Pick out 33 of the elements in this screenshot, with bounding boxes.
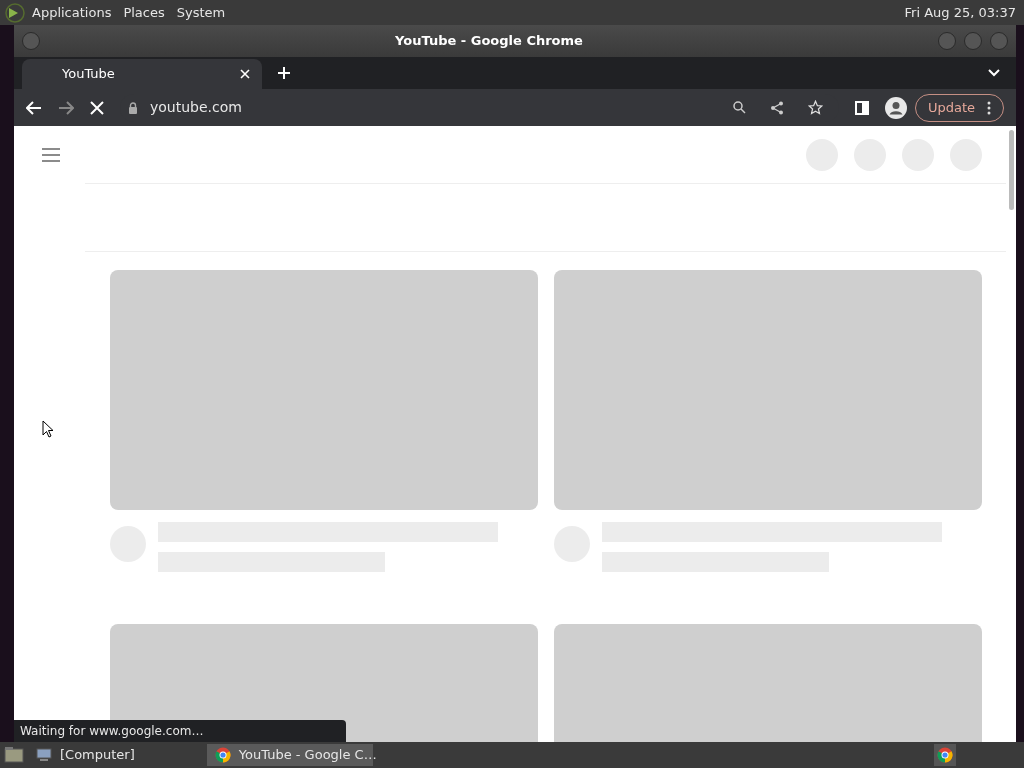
- clock: Fri Aug 25, 03:37: [904, 3, 1017, 22]
- scrollbar-thumb[interactable]: [1008, 130, 1014, 210]
- forward-icon[interactable]: [58, 100, 74, 115]
- menu-icon[interactable]: [42, 147, 60, 162]
- show-desktop-icon[interactable]: [4, 746, 24, 764]
- cursor-icon: [42, 420, 54, 438]
- panel-menu[interactable]: Places: [117, 2, 171, 23]
- browser-tab[interactable]: YouTube: [22, 59, 262, 89]
- profile-icon[interactable]: [884, 96, 907, 119]
- chevron-down-icon[interactable]: [988, 69, 1000, 77]
- more-icon: [987, 100, 991, 115]
- side-panel-icon[interactable]: [854, 100, 869, 115]
- status-bubble: Waiting for www.google.com…: [14, 720, 346, 742]
- taskbar-button[interactable]: [Computer]: [28, 744, 143, 766]
- computer-icon: [36, 748, 52, 762]
- browser-icon: [937, 747, 953, 763]
- back-icon[interactable]: [26, 100, 42, 115]
- panel-menu[interactable]: Applications: [26, 2, 118, 23]
- close-icon[interactable]: [240, 69, 250, 79]
- search-icon[interactable]: [732, 101, 746, 114]
- tray-item[interactable]: [934, 744, 956, 766]
- tab-title: YouTube: [62, 65, 116, 84]
- play-logo-icon[interactable]: [4, 1, 26, 24]
- url-text: youtube.com: [150, 98, 243, 117]
- share-icon[interactable]: [769, 100, 784, 115]
- browser-icon: [214, 747, 231, 763]
- star-icon[interactable]: [807, 100, 823, 115]
- taskbar-label: [Computer]: [60, 746, 135, 765]
- new-tab-icon[interactable]: [278, 67, 290, 79]
- window-title: YouTube - Google Chrome: [394, 32, 584, 51]
- stop-icon[interactable]: [90, 100, 104, 115]
- panel-menu[interactable]: System: [170, 2, 232, 23]
- lock-icon: [128, 101, 138, 114]
